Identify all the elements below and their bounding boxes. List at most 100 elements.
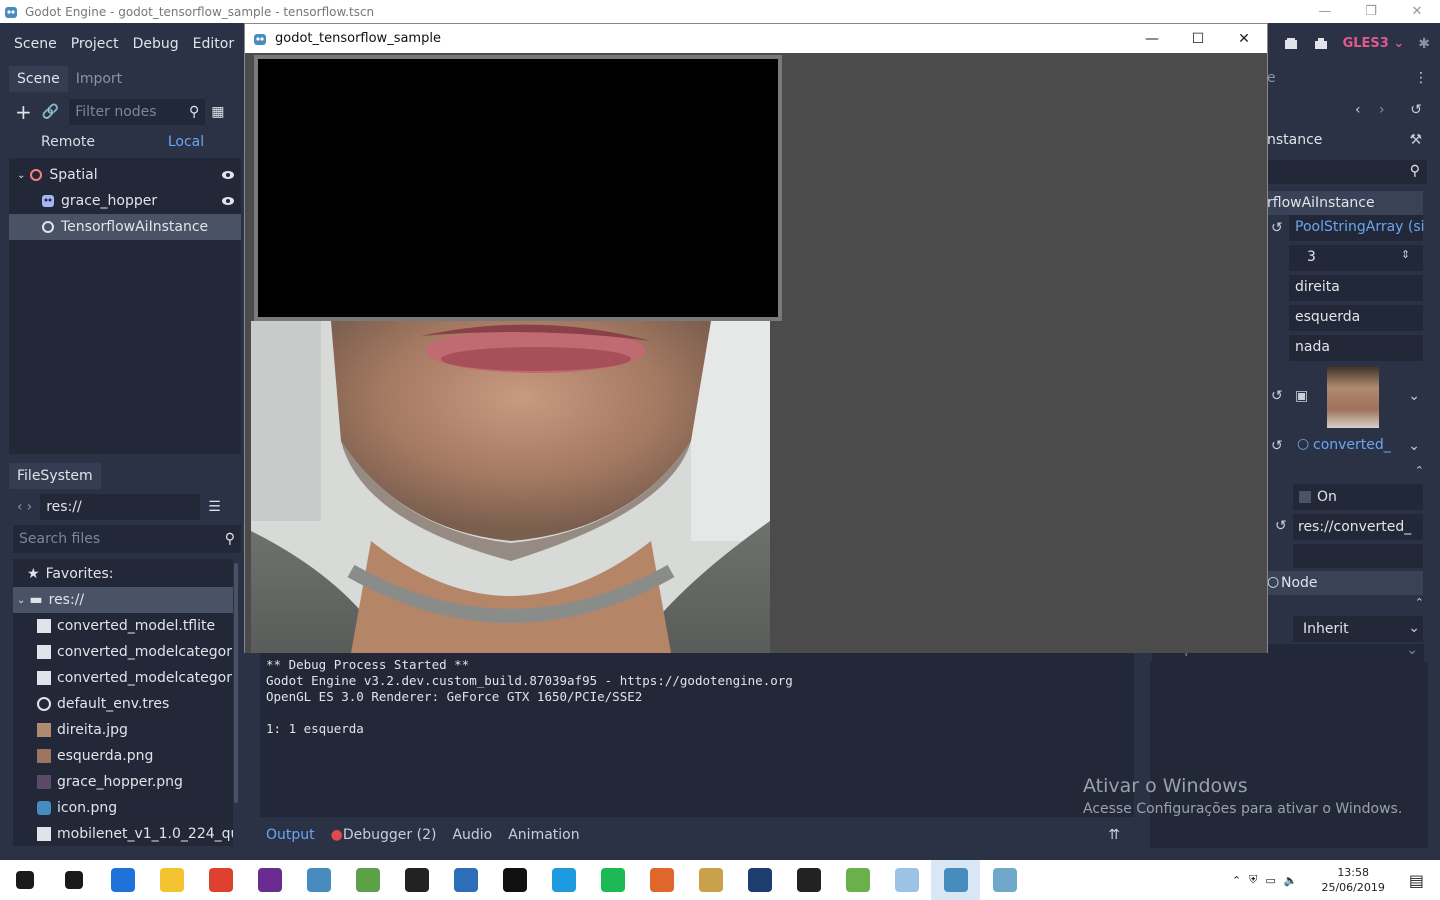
game-close-button[interactable]: ✕ bbox=[1221, 24, 1267, 53]
network-icon[interactable]: ▭ bbox=[1265, 874, 1275, 887]
godot-taskbar-button[interactable] bbox=[294, 860, 343, 900]
cube-app-taskbar-button[interactable] bbox=[441, 860, 490, 900]
property-filter[interactable] bbox=[1267, 160, 1427, 184]
res-root-item[interactable]: ⌄ ▬ res:// bbox=[13, 587, 233, 613]
android-studio-taskbar-button[interactable] bbox=[343, 860, 392, 900]
split-view-icon[interactable]: ☰ bbox=[208, 499, 221, 515]
dropdown-arrow-icon[interactable]: ⌄ bbox=[1408, 388, 1420, 404]
history-forward-icon[interactable]: › bbox=[1379, 102, 1385, 118]
inkscape-taskbar-button[interactable] bbox=[490, 860, 539, 900]
volume-icon[interactable]: 🔈 bbox=[1284, 874, 1298, 887]
local-button[interactable]: Local bbox=[127, 134, 245, 150]
close-button[interactable]: ✕ bbox=[1394, 0, 1440, 23]
file-item[interactable]: converted_model.tflite bbox=[13, 613, 233, 639]
clock[interactable]: 13:58 25/06/2019 bbox=[1321, 865, 1384, 895]
tree-node-spatial[interactable]: ⌄ Spatial bbox=[9, 162, 241, 188]
more-options-icon[interactable]: ⋮ bbox=[1414, 70, 1428, 86]
collapse-arrow-icon[interactable]: ⌄ bbox=[17, 595, 25, 606]
notifications-icon[interactable]: ▤ bbox=[1409, 871, 1424, 890]
deploy-icon[interactable] bbox=[1283, 36, 1299, 52]
tab-debugger[interactable]: ●Debugger (2) bbox=[323, 827, 445, 843]
terminal-taskbar-button[interactable] bbox=[392, 860, 441, 900]
texture-preview[interactable] bbox=[1327, 366, 1379, 428]
add-node-icon[interactable]: + bbox=[15, 100, 32, 124]
file-item[interactable]: direita.jpg bbox=[13, 717, 233, 743]
checkbox[interactable] bbox=[1299, 491, 1311, 503]
epic-games-taskbar-button[interactable] bbox=[784, 860, 833, 900]
inspector-tab-partial[interactable]: e bbox=[1267, 70, 1276, 86]
notepad-taskbar-button[interactable] bbox=[833, 860, 882, 900]
visibility-eye-icon[interactable] bbox=[221, 168, 235, 182]
file-explorer-taskbar-button[interactable] bbox=[147, 860, 196, 900]
favorites-item[interactable]: ★ Favorites: bbox=[13, 561, 233, 587]
revert-icon[interactable]: ↺ bbox=[1271, 220, 1283, 236]
dropdown-arrow-icon[interactable]: ⌄ bbox=[1406, 644, 1418, 658]
game-minimize-button[interactable]: — bbox=[1129, 24, 1175, 53]
file-item[interactable]: icon.png bbox=[13, 795, 233, 821]
file-item[interactable]: grace_hopper.png bbox=[13, 769, 233, 795]
history-back-icon[interactable]: ‹ bbox=[1355, 102, 1361, 118]
model-resource[interactable]: converted_ bbox=[1313, 437, 1391, 453]
game-viewport[interactable] bbox=[245, 53, 1267, 653]
file-item[interactable]: mobilenet_v1_1.0_224_qu bbox=[13, 821, 233, 847]
remote-debug-icon[interactable] bbox=[1313, 36, 1329, 52]
tree-node-grace-hopper[interactable]: grace_hopper bbox=[9, 188, 241, 214]
texture-edit-icon[interactable]: ▣ bbox=[1295, 388, 1308, 404]
tab-animation[interactable]: Animation bbox=[500, 827, 587, 843]
on-field[interactable] bbox=[1293, 484, 1423, 510]
menu-editor[interactable]: Editor bbox=[186, 36, 241, 52]
tab-filesystem[interactable]: FileSystem bbox=[9, 463, 101, 489]
league-taskbar-button[interactable] bbox=[686, 860, 735, 900]
back-arrow-icon[interactable]: ‹ bbox=[17, 499, 23, 515]
menu-scene[interactable]: Scene bbox=[7, 36, 64, 52]
edge-taskbar-button[interactable] bbox=[98, 860, 147, 900]
godot-active-taskbar-button[interactable] bbox=[931, 860, 980, 900]
spotify-taskbar-button[interactable] bbox=[588, 860, 637, 900]
spin-arrows-icon[interactable]: ⇕ bbox=[1401, 248, 1410, 261]
chrome-taskbar-button[interactable] bbox=[196, 860, 245, 900]
paint-taskbar-button[interactable] bbox=[882, 860, 931, 900]
restore-button[interactable]: ❐ bbox=[1348, 0, 1394, 23]
tab-audio[interactable]: Audio bbox=[444, 827, 500, 843]
visibility-eye-icon[interactable] bbox=[221, 194, 235, 208]
tab-import[interactable]: Import bbox=[68, 66, 130, 92]
file-item[interactable]: default_env.tres bbox=[13, 691, 233, 717]
tray-chevron-icon[interactable]: ⌃ bbox=[1232, 874, 1241, 887]
search-taskbar-button[interactable] bbox=[49, 860, 98, 900]
link-icon[interactable]: 🔗 bbox=[42, 104, 59, 120]
revert-icon[interactable]: ↺ bbox=[1271, 438, 1283, 454]
menu-project[interactable]: Project bbox=[64, 36, 126, 52]
windows-start-taskbar-button[interactable] bbox=[0, 860, 49, 900]
renderer-select[interactable]: GLES3 ⌄ bbox=[1343, 36, 1405, 51]
expand-panel-icon[interactable]: ⇈ bbox=[1108, 827, 1120, 843]
menu-debug[interactable]: Debug bbox=[126, 36, 186, 52]
matlab-taskbar-button[interactable] bbox=[637, 860, 686, 900]
history-icon[interactable]: ↺ bbox=[1410, 102, 1422, 118]
game-maximize-button[interactable]: ☐ bbox=[1175, 24, 1221, 53]
tree-node-tensorflow[interactable]: TensorflowAiInstance bbox=[9, 214, 241, 240]
tools-icon[interactable]: ⚒ bbox=[1409, 132, 1422, 148]
forward-arrow-icon[interactable]: › bbox=[27, 499, 33, 515]
remote-button[interactable]: Remote bbox=[9, 134, 127, 150]
file-item[interactable]: esquerda.png bbox=[13, 743, 233, 769]
search-files-input[interactable]: Search files ⚲ bbox=[13, 525, 241, 553]
collapse-up-icon[interactable]: ⌃ bbox=[1415, 596, 1424, 609]
collapse-arrow-icon[interactable]: ⌄ bbox=[17, 170, 25, 181]
docker-taskbar-button[interactable] bbox=[539, 860, 588, 900]
filter-nodes-input[interactable]: Filter nodes ⚲ bbox=[69, 99, 206, 125]
revert-icon[interactable]: ↺ bbox=[1275, 518, 1287, 534]
dropdown-arrow-icon[interactable]: ⌄ bbox=[1408, 438, 1420, 454]
path-field[interactable]: res:// bbox=[40, 494, 201, 520]
shield-icon[interactable]: ⛨ bbox=[1249, 873, 1257, 887]
scrollbar[interactable] bbox=[234, 563, 238, 803]
file-item[interactable]: converted_modelcategori bbox=[13, 665, 233, 691]
revert-icon[interactable]: ↺ bbox=[1271, 388, 1283, 404]
dropdown-arrow-icon[interactable]: ⌄ bbox=[1408, 620, 1420, 636]
collapse-up-icon[interactable]: ⌃ bbox=[1415, 464, 1424, 477]
remote-app-taskbar-button[interactable] bbox=[980, 860, 1029, 900]
tab-output[interactable]: Output bbox=[258, 827, 323, 843]
empty-field[interactable] bbox=[1293, 544, 1423, 568]
unity-hub-taskbar-button[interactable] bbox=[735, 860, 784, 900]
scene-script-icon[interactable]: ▦ bbox=[211, 104, 224, 120]
tab-scene[interactable]: Scene bbox=[9, 66, 68, 92]
